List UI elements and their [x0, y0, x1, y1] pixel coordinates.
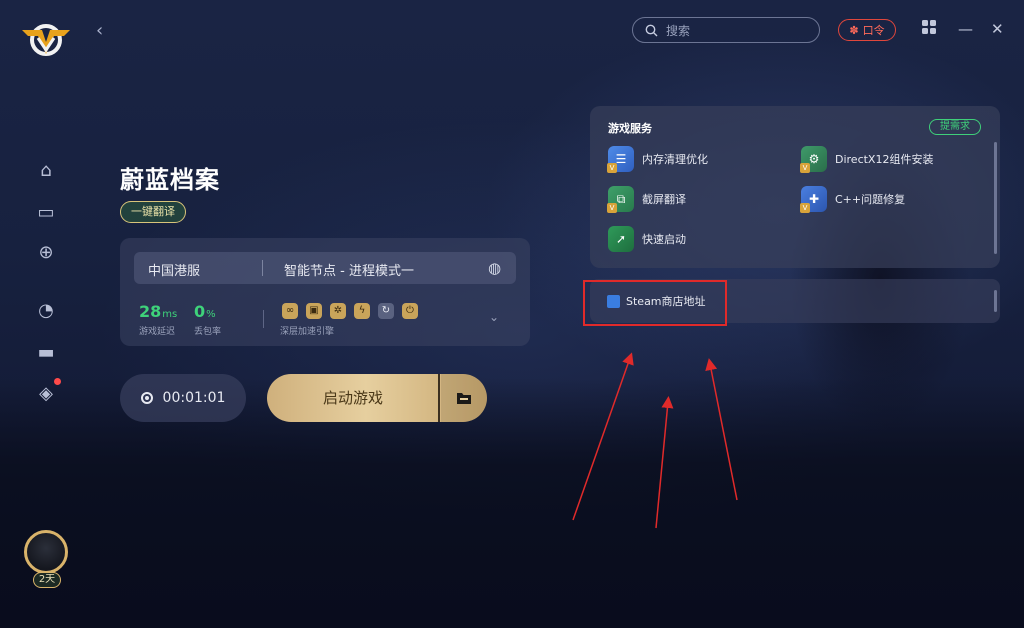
service-cpp-fix[interactable]: ✚ V C++问题修复	[800, 186, 906, 213]
request-feature-button[interactable]: 提需求	[929, 119, 981, 135]
globe-icon[interactable]: ◍	[488, 259, 501, 277]
accel-link-icon: ∞	[282, 303, 298, 319]
sidebar: ⌂ ▭ ⊕ ◔ ▬ ◈ 2天	[0, 0, 92, 628]
launch-game-button[interactable]: 启动游戏	[267, 374, 439, 422]
stop-icon	[140, 392, 153, 404]
accel-gear-icon: ✲	[330, 303, 346, 319]
launch-button-group: 启动游戏	[267, 374, 487, 422]
cards-icon[interactable]: ◈	[34, 381, 58, 405]
translate-icon: ⧉ V	[607, 186, 634, 213]
divider	[262, 260, 263, 276]
avatar[interactable]	[24, 530, 68, 574]
quick-launch-icon: ➚	[608, 226, 634, 252]
acceleration-timer[interactable]: 00:01:01	[120, 374, 246, 422]
monitor-icon[interactable]: ▭	[34, 200, 58, 224]
speedometer-icon[interactable]: ◔	[34, 298, 58, 322]
packet-loss-label: 丢包率	[194, 327, 222, 337]
accel-refresh-icon: ↻	[378, 303, 394, 319]
scrollbar[interactable]	[994, 290, 997, 312]
accel-bolt-icon: ϟ	[354, 303, 370, 319]
region-selector[interactable]: 中国港服 智能节点 - 进程模式一 ◍	[134, 252, 516, 284]
close-icon[interactable]: ✕	[991, 20, 1004, 38]
search-input[interactable]: 搜索	[632, 17, 820, 43]
latency-stat: 28ms	[139, 302, 178, 321]
back-button[interactable]: ‹	[96, 20, 103, 41]
folder-icon[interactable]: ▬	[34, 340, 58, 364]
scrollbar[interactable]	[994, 142, 997, 254]
timer-value: 00:01:01	[162, 390, 226, 406]
gift-icon: ✽	[849, 23, 859, 37]
home-icon[interactable]: ⌂	[34, 158, 58, 182]
chevron-down-icon[interactable]: ⌄	[489, 310, 499, 324]
days-badge: 2天	[33, 572, 61, 588]
game-title: 蔚蓝档案	[120, 166, 220, 194]
service-label: 内存清理优化	[642, 153, 708, 166]
wrench-icon: ✚ V	[800, 186, 827, 213]
search-placeholder: 搜索	[666, 23, 691, 38]
accel-engine-label: 深层加速引擎	[280, 327, 335, 337]
gamepad-icon[interactable]: ⊕	[34, 240, 58, 264]
folder-icon	[457, 393, 471, 404]
kouling-button[interactable]: ✽ 口令	[838, 19, 896, 41]
translate-button[interactable]: 一键翻译	[120, 201, 186, 223]
divider	[263, 310, 264, 328]
search-icon	[645, 24, 658, 36]
highlight-box	[583, 280, 727, 326]
app-logo-icon[interactable]	[20, 16, 72, 64]
minimize-icon[interactable]: —	[958, 20, 973, 38]
memory-icon: ☰ V	[607, 146, 634, 173]
notification-dot	[54, 378, 61, 385]
kouling-label: 口令	[862, 24, 885, 37]
node-label: 智能节点 - 进程模式一	[284, 264, 414, 279]
service-memory-clean[interactable]: ☰ V 内存清理优化	[607, 146, 708, 173]
divider	[438, 374, 440, 422]
service-label: 截屏翻译	[642, 193, 686, 206]
latency-label: 游戏延迟	[139, 327, 176, 337]
service-label: C++问题修复	[835, 193, 906, 206]
apps-grid-icon[interactable]	[922, 20, 936, 38]
service-label: DirectX12组件安装	[835, 153, 934, 166]
service-directx12[interactable]: ⚙ V DirectX12组件安装	[800, 146, 934, 173]
packet-loss-stat: 0%	[194, 302, 216, 321]
service-screen-translate[interactable]: ⧉ V 截屏翻译	[607, 186, 686, 213]
directx-icon: ⚙ V	[800, 146, 827, 173]
region-label: 中国港服	[148, 264, 201, 279]
accel-power-icon: ⏻	[402, 303, 418, 319]
service-label: 快速启动	[642, 233, 686, 246]
services-title: 游戏服务	[608, 122, 652, 135]
open-folder-button[interactable]	[441, 374, 487, 422]
service-quick-launch[interactable]: ➚ 快速启动	[608, 226, 686, 252]
accel-chip-icon: ▣	[306, 303, 322, 319]
